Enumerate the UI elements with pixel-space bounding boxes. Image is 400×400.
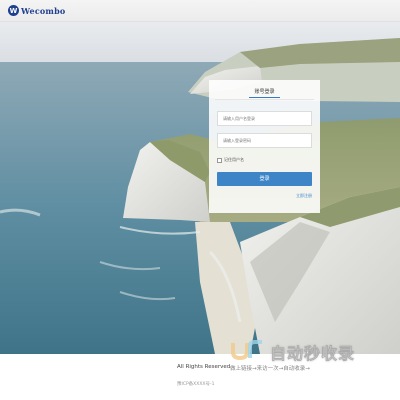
- top-header: W Wecombo: [0, 0, 400, 22]
- username-placeholder: 请输入用户名登录: [223, 116, 255, 121]
- footer-copyright: All Rights Reserved: [177, 364, 231, 370]
- register-link[interactable]: 立即注册: [296, 193, 312, 199]
- remember-label: 记住用户名: [224, 157, 244, 162]
- logo-icon[interactable]: W: [8, 5, 19, 16]
- login-button[interactable]: 登录: [217, 172, 312, 186]
- watermark-slogan: 做上链接→来访一次→自动收录→: [230, 366, 310, 372]
- username-input[interactable]: 请输入用户名登录: [217, 111, 312, 126]
- watermark: 自动秒收录 做上链接→来访一次→自动收录→: [226, 330, 386, 380]
- watermark-logo-icon: [231, 340, 262, 360]
- footer-icp-link[interactable]: 豫ICP备XXXX号-1: [177, 381, 215, 387]
- remember-checkbox[interactable]: [217, 157, 222, 163]
- remember-username[interactable]: 记住用户名: [217, 157, 244, 163]
- active-tab-indicator: [249, 97, 280, 98]
- password-input[interactable]: 请输入登录密码: [217, 133, 312, 148]
- password-placeholder: 请输入登录密码: [223, 138, 251, 143]
- login-panel: 账号登录 请输入用户名登录 请输入登录密码 记住用户名 登录 立即注册: [209, 80, 320, 213]
- tab-divider: [215, 99, 314, 100]
- coastal-cliff-background: [0, 22, 400, 354]
- logo-text[interactable]: Wecombo: [21, 6, 65, 16]
- watermark-title: 自动秒收录: [270, 344, 356, 363]
- tab-account-login[interactable]: 账号登录: [209, 88, 320, 95]
